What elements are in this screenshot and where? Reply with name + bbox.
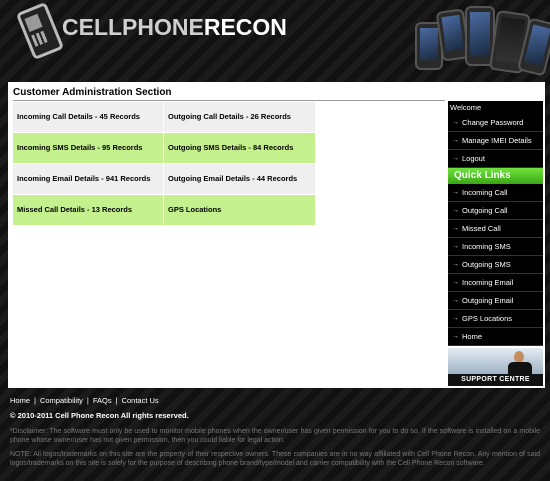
footer-nav: Home | Compatibility | FAQs | Contact Us [10, 396, 159, 405]
gps-locations-link[interactable]: GPS Locations [163, 195, 315, 225]
sidebar-item-change-password[interactable]: → Change Password [448, 114, 543, 132]
sidebar-item-label: Logout [462, 154, 485, 163]
quick-link-label: Missed Call [462, 224, 501, 233]
quick-link-label: Incoming SMS [462, 242, 511, 251]
records-row: Incoming Call Details - 45 Records Outgo… [13, 102, 315, 132]
quick-link-label: Outgoing SMS [462, 260, 511, 269]
arrow-right-icon: → [452, 279, 459, 286]
arrow-right-icon: → [452, 119, 459, 126]
incoming-sms-details-link[interactable]: Incoming SMS Details - 95 Records [13, 133, 163, 163]
arrow-right-icon: → [452, 297, 459, 304]
sidebar-item-manage-imei[interactable]: → Manage IMEI Details [448, 132, 543, 150]
incoming-email-details-link[interactable]: Incoming Email Details - 941 Records [13, 164, 163, 194]
missed-call-details-link[interactable]: Missed Call Details - 13 Records [13, 195, 163, 225]
site-logo[interactable]: CELLPHONERECON [62, 14, 287, 41]
arrow-right-icon: → [452, 333, 459, 340]
records-row: Missed Call Details - 13 Records GPS Loc… [13, 195, 315, 225]
quick-link-label: Outgoing Call [462, 206, 508, 215]
welcome-label: Welcome [450, 103, 482, 112]
quick-link-label: Home [462, 332, 483, 341]
sidebar-item-label: Manage IMEI Details [462, 136, 532, 145]
main-content: Customer Administration Section Incoming… [8, 82, 545, 388]
arrow-right-icon: → [452, 243, 459, 250]
arrow-right-icon: → [452, 315, 459, 322]
sidebar-item-logout[interactable]: → Logout [448, 150, 543, 168]
incoming-call-details-link[interactable]: Incoming Call Details - 45 Records [13, 102, 163, 132]
arrow-right-icon: → [452, 155, 459, 162]
records-row: Incoming Email Details - 941 Records Out… [13, 164, 315, 194]
quick-link-incoming-call[interactable]: → Incoming Call [448, 184, 543, 202]
phones-banner-image [415, 4, 550, 78]
arrow-right-icon: → [452, 207, 459, 214]
title-divider [13, 100, 445, 101]
arrow-right-icon: → [452, 189, 459, 196]
quick-link-outgoing-sms[interactable]: → Outgoing SMS [448, 256, 543, 274]
support-centre-label: SUPPORT CENTRE [448, 374, 543, 386]
outgoing-sms-details-link[interactable]: Outgoing SMS Details - 84 Records [163, 133, 315, 163]
outgoing-email-details-link[interactable]: Outgoing Email Details - 44 Records [163, 164, 315, 194]
quick-link-home[interactable]: → Home [448, 328, 543, 346]
cellphone-logo-icon [15, 1, 65, 61]
quick-link-incoming-email[interactable]: → Incoming Email [448, 274, 543, 292]
arrow-right-icon: → [452, 225, 459, 232]
trademark-note-text: NOTE: All logos/trademarks on this site … [10, 451, 540, 467]
quick-link-label: GPS Locations [462, 314, 513, 323]
records-row: Incoming SMS Details - 95 Records Outgoi… [13, 133, 315, 163]
quick-link-outgoing-email[interactable]: → Outgoing Email [448, 292, 543, 310]
quick-link-label: Incoming Call [462, 188, 508, 197]
outgoing-call-details-link[interactable]: Outgoing Call Details - 26 Records [163, 102, 315, 132]
quick-link-incoming-sms[interactable]: → Incoming SMS [448, 238, 543, 256]
quick-link-gps-locations[interactable]: → GPS Locations [448, 310, 543, 328]
page-title: Customer Administration Section [13, 87, 172, 98]
records-grid: Incoming Call Details - 45 Records Outgo… [13, 102, 315, 226]
sidebar: Welcome → Change Password → Manage IMEI De… [448, 101, 543, 346]
quick-link-label: Outgoing Email [462, 296, 514, 305]
support-centre-banner[interactable]: SUPPORT CENTRE [448, 348, 543, 386]
quick-link-missed-call[interactable]: → Missed Call [448, 220, 543, 238]
footer-link-faqs[interactable]: FAQs [93, 396, 112, 405]
footer-link-compatibility[interactable]: Compatibility [40, 396, 83, 405]
arrow-right-icon: → [452, 261, 459, 268]
logo-text-recon: RECON [203, 14, 287, 40]
disclaimer-text: *Disclaimer: The software must only be u… [10, 428, 540, 444]
quick-link-outgoing-call[interactable]: → Outgoing Call [448, 202, 543, 220]
arrow-right-icon: → [452, 137, 459, 144]
footer-link-home[interactable]: Home [10, 396, 30, 405]
copyright-text: © 2010-2011 Cell Phone Recon All rights … [10, 411, 189, 420]
quick-link-label: Incoming Email [462, 278, 514, 287]
sidebar-item-label: Change Password [462, 118, 524, 127]
footer-link-contact-us[interactable]: Contact Us [122, 396, 159, 405]
logo-text-cellphone: CELLPHONE [62, 14, 204, 40]
site-header: CELLPHONERECON [0, 0, 550, 80]
quick-links-header: Quick Links [448, 168, 543, 184]
